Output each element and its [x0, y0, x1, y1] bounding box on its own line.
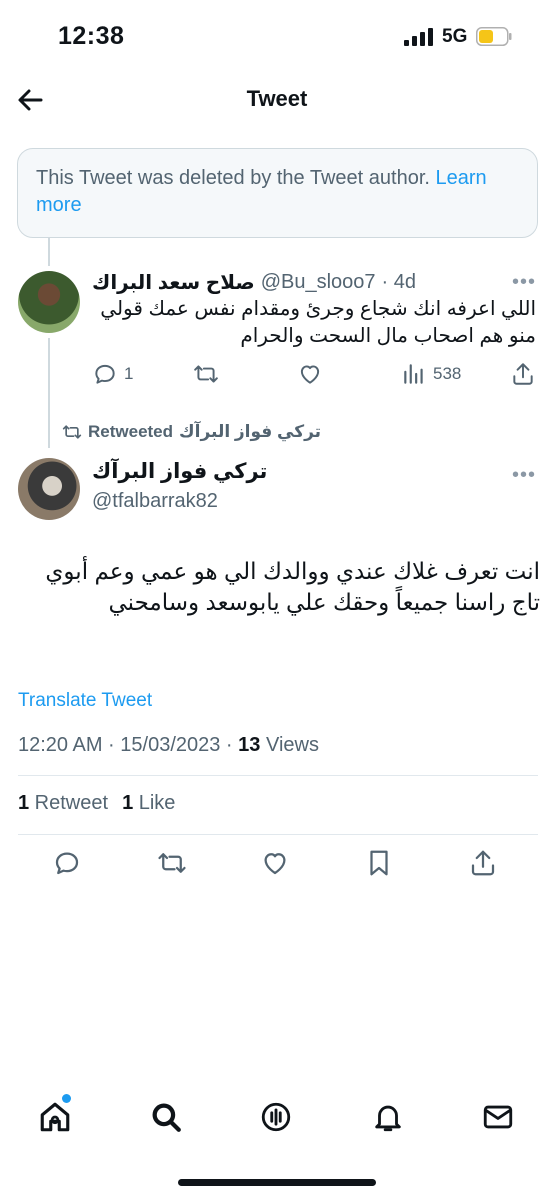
bookmark-button[interactable] [364, 848, 394, 878]
reply-count: 1 [124, 364, 134, 383]
divider [18, 775, 538, 776]
signal-strength-icon [404, 28, 433, 46]
views-count: 538 [433, 364, 462, 383]
likes-number: 1 [122, 792, 134, 814]
deleted-notice-text: This Tweet was deleted by the Tweet auth… [36, 167, 436, 189]
views-number: 13 [238, 734, 261, 756]
retweet-button[interactable] [157, 848, 187, 878]
retweets-number: 1 [18, 792, 30, 814]
bottom-navigation [0, 1090, 554, 1150]
mail-icon[interactable] [481, 1100, 515, 1134]
retweets-stat[interactable]: 1 Retweet [18, 792, 108, 815]
reply-time: · 4d [381, 270, 417, 293]
translate-tweet-link[interactable]: Translate Tweet [18, 690, 152, 712]
tweet-author-name[interactable]: تركي فواز البرآك [92, 459, 267, 484]
share-button[interactable] [468, 848, 498, 878]
bell-icon[interactable] [371, 1100, 405, 1134]
like-button[interactable] [297, 361, 323, 387]
likes-stat[interactable]: 1 Like [122, 792, 175, 815]
reply-button[interactable]: 1 [92, 361, 133, 387]
tweet-stats: 1 Retweet 1 Like [18, 792, 175, 815]
notification-dot [62, 1094, 71, 1103]
comment-icon [55, 852, 79, 875]
reply-author-row: صلاح سعد البراك @Bu_slooo7 · 4d [92, 268, 512, 296]
retweeter-name[interactable]: تركي فواز البرآك [179, 422, 321, 442]
status-time: 12:38 [58, 22, 125, 50]
tweet-timestamp: 12:20 AM · 15/03/2023 · [18, 734, 239, 756]
more-options-icon[interactable]: ••• [512, 465, 540, 485]
views-label: Views [260, 734, 319, 756]
bookmark-icon [370, 850, 388, 876]
page-title: Tweet [246, 86, 308, 111]
retweet-icon [194, 365, 218, 383]
views-button[interactable]: 538 [401, 361, 461, 387]
home-icon[interactable] [38, 1100, 72, 1134]
reply-author-handle[interactable]: @Bu_slooo7 [261, 271, 376, 294]
retweets-label: Retweet [29, 792, 109, 814]
tweet-author-handle[interactable]: @tfalbarrak82 [92, 490, 218, 513]
reply-button[interactable] [52, 848, 82, 878]
deleted-tweet-notice: This Tweet was deleted by the Tweet auth… [17, 148, 538, 238]
avatar[interactable] [18, 271, 80, 333]
battery-icon [476, 27, 512, 46]
thread-line [48, 338, 50, 448]
retweet-icon [62, 425, 82, 439]
header: Tweet [0, 70, 554, 130]
divider [18, 834, 538, 835]
reply-author-name[interactable]: صلاح سعد البراك [92, 270, 255, 295]
share-button[interactable] [510, 361, 536, 387]
retweeted-by-label: Retweeted تركي فواز البرآك [62, 422, 321, 442]
likes-label: Like [133, 792, 176, 814]
status-bar: 12:38 5G [0, 0, 554, 70]
like-button[interactable] [260, 848, 290, 878]
thread-line [48, 238, 50, 266]
spaces-icon[interactable] [259, 1100, 293, 1134]
retweet-icon [158, 853, 186, 873]
share-icon [513, 363, 533, 385]
avatar[interactable] [18, 458, 80, 520]
more-options-icon[interactable]: ••• [512, 272, 540, 292]
comment-icon [95, 364, 115, 384]
home-indicator [178, 1179, 376, 1186]
heart-icon [264, 853, 286, 875]
search-icon[interactable] [149, 1100, 183, 1134]
bar-chart-icon [404, 364, 423, 384]
tweet-meta: 12:20 AM · 15/03/2023 · 13 Views [18, 734, 319, 757]
heart-icon [300, 365, 320, 384]
tweet-text: انت تعرف غلاك عندي ووالدك الي هو عمي وعم… [45, 558, 540, 615]
reply-text: اللي اعرفه انك شجاع وجرئ ومقدام نفس عمك … [100, 298, 536, 347]
share-icon [471, 850, 495, 876]
network-type: 5G [442, 26, 468, 47]
retweeted-label: Retweeted [88, 422, 174, 441]
retweet-button[interactable] [193, 361, 219, 387]
